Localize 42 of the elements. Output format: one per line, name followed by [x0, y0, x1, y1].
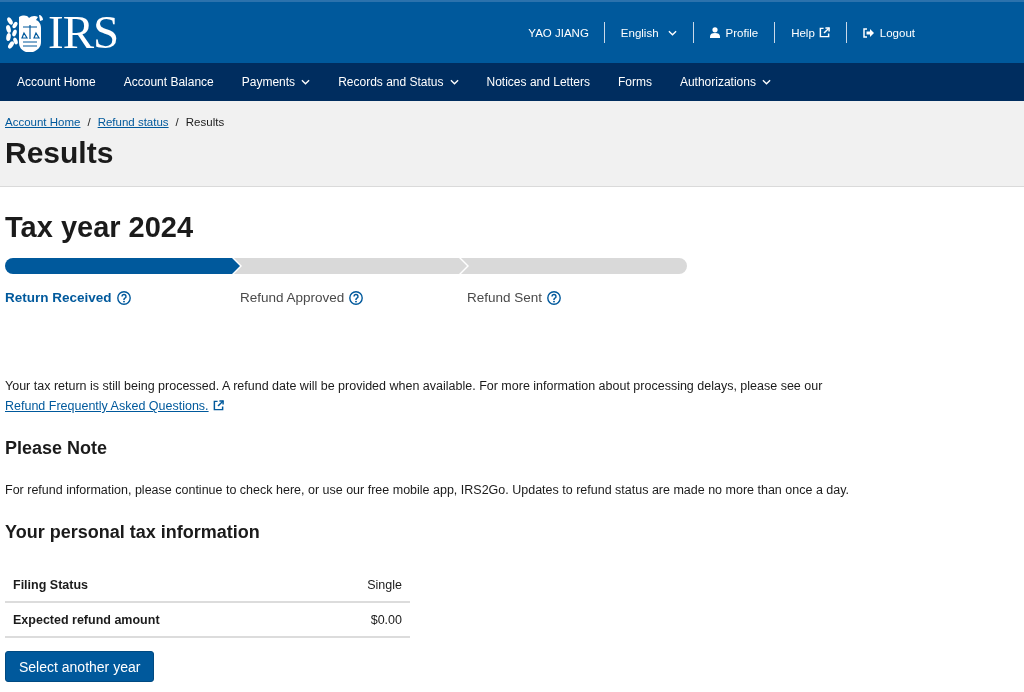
table-cell: Filing Status	[13, 577, 88, 592]
profile-link[interactable]: Profile	[693, 26, 775, 39]
table-cell: Single	[367, 577, 402, 592]
help-link[interactable]: Help	[775, 26, 846, 39]
breadcrumb-separator: /	[87, 115, 91, 130]
status-message: Your tax return is still being processed. A refund date will be provided when available. For more information about processing delays, please see our Refund Frequently Asked Questions.	[5, 378, 824, 415]
page-title: Results	[5, 135, 115, 171]
step-label: Return Received	[5, 289, 112, 307]
breadcrumb-link[interactable]: Account Home	[5, 113, 81, 131]
nav-item[interactable]: Account Home	[3, 63, 110, 101]
section-heading: Your personal tax information	[5, 521, 261, 544]
user-name: YAO JIANG	[528, 26, 590, 39]
step-label: Refund Sent	[467, 289, 543, 307]
nav-item[interactable]: Notices and Letters	[472, 63, 604, 101]
logout-link[interactable]: Logout	[846, 26, 931, 39]
note-text: For refund information, please continue to check here, or use our free mobile app, IRS2Go. Updates to refund status are made no more than once a day.	[5, 482, 850, 499]
nav-item[interactable]: Authorizations	[665, 63, 785, 101]
nav-item[interactable]: Payments	[227, 63, 325, 101]
nav-item[interactable]: Records and Status	[324, 63, 473, 101]
nav-item[interactable]: Forms	[603, 63, 666, 101]
breadcrumb-separator: /	[175, 115, 179, 130]
help-icon[interactable]	[349, 291, 364, 305]
external-link-icon	[212, 400, 224, 411]
table-cell: Expected refund amount	[13, 612, 160, 627]
language-menu[interactable]: English	[604, 26, 693, 39]
help-icon[interactable]	[116, 291, 131, 305]
chevron-down-icon	[667, 29, 677, 36]
logo-text[interactable]: IRS	[48, 9, 119, 56]
step-label: Refund Approved	[240, 289, 345, 307]
eagle-emblem-icon	[5, 12, 45, 53]
breadcrumb-link[interactable]: Refund status	[97, 113, 169, 131]
faq-link[interactable]: Refund Frequently Asked Questions.	[5, 399, 224, 413]
nav-item[interactable]: Account Balance	[109, 63, 228, 101]
select-year-button[interactable]: Select another year	[5, 651, 155, 682]
external-link-icon	[818, 27, 830, 38]
breadcrumb-current: Results	[185, 115, 225, 130]
section-heading: Please Note	[5, 437, 109, 460]
person-icon	[709, 27, 720, 38]
help-icon[interactable]	[547, 291, 562, 305]
tax-year-heading: Tax year 2024	[5, 210, 195, 245]
logout-icon	[862, 27, 874, 38]
table-cell: $0.00	[370, 612, 402, 627]
